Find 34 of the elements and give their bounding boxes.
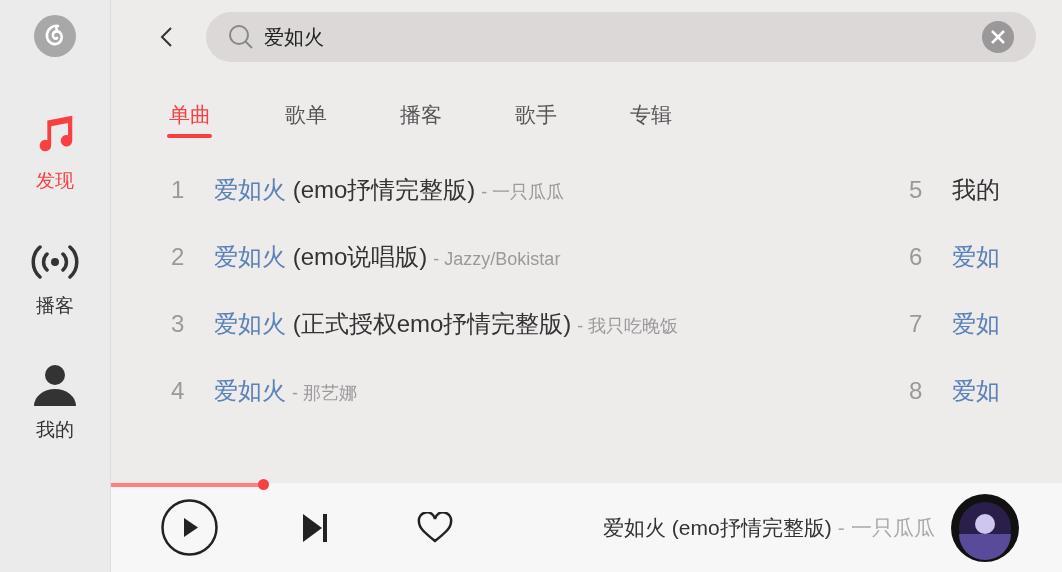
tab[interactable]: 歌手 <box>515 90 557 144</box>
artist-name: - 那艺娜 <box>292 382 357 405</box>
skip-next-icon[interactable] <box>302 512 328 543</box>
song-title[interactable]: 爱如火 (emo抒情完整版) <box>214 172 476 208</box>
search-icon <box>228 23 254 50</box>
track-number: 3 <box>170 309 186 339</box>
heart-icon[interactable] <box>417 511 453 544</box>
now-playing-artist: - 一只瓜瓜 <box>837 514 935 541</box>
artist-name: - 我只吃晚饭 <box>577 315 679 338</box>
tab[interactable]: 播客 <box>400 90 442 144</box>
nav-item[interactable]: 我的 <box>15 356 95 445</box>
clear-icon[interactable] <box>982 20 1014 53</box>
tab[interactable]: 歌单 <box>285 90 327 144</box>
song-title[interactable]: 爱如火 (正式授权emo抒情完整版) <box>214 306 572 342</box>
song-title[interactable]: 爱如火 (emo说唱版) <box>214 239 428 275</box>
user-icon <box>33 362 77 406</box>
now-playing-title: 爱如火 (emo抒情完整版) <box>603 514 832 541</box>
logo-icon <box>34 15 76 57</box>
nav-item[interactable]: 播客 <box>15 231 95 320</box>
song-title[interactable]: 我的 <box>952 172 1000 208</box>
track-number: 8 <box>908 376 924 406</box>
artist-name: - Jazzy/Bokistar <box>433 248 561 271</box>
track-number: 6 <box>908 242 924 272</box>
track-number: 7 <box>908 309 924 339</box>
track-number: 5 <box>908 175 924 205</box>
search-field[interactable]: 爱如火 <box>206 11 1036 62</box>
artist-name: - 一只瓜瓜 <box>481 181 565 204</box>
tab[interactable]: 专辑 <box>630 90 672 144</box>
track-number: 1 <box>170 175 186 205</box>
back-icon[interactable] <box>159 25 173 48</box>
track-number: 4 <box>170 376 186 406</box>
progress-thumb[interactable] <box>258 479 270 490</box>
track-number: 2 <box>170 242 186 272</box>
play-icon[interactable] <box>161 499 218 556</box>
